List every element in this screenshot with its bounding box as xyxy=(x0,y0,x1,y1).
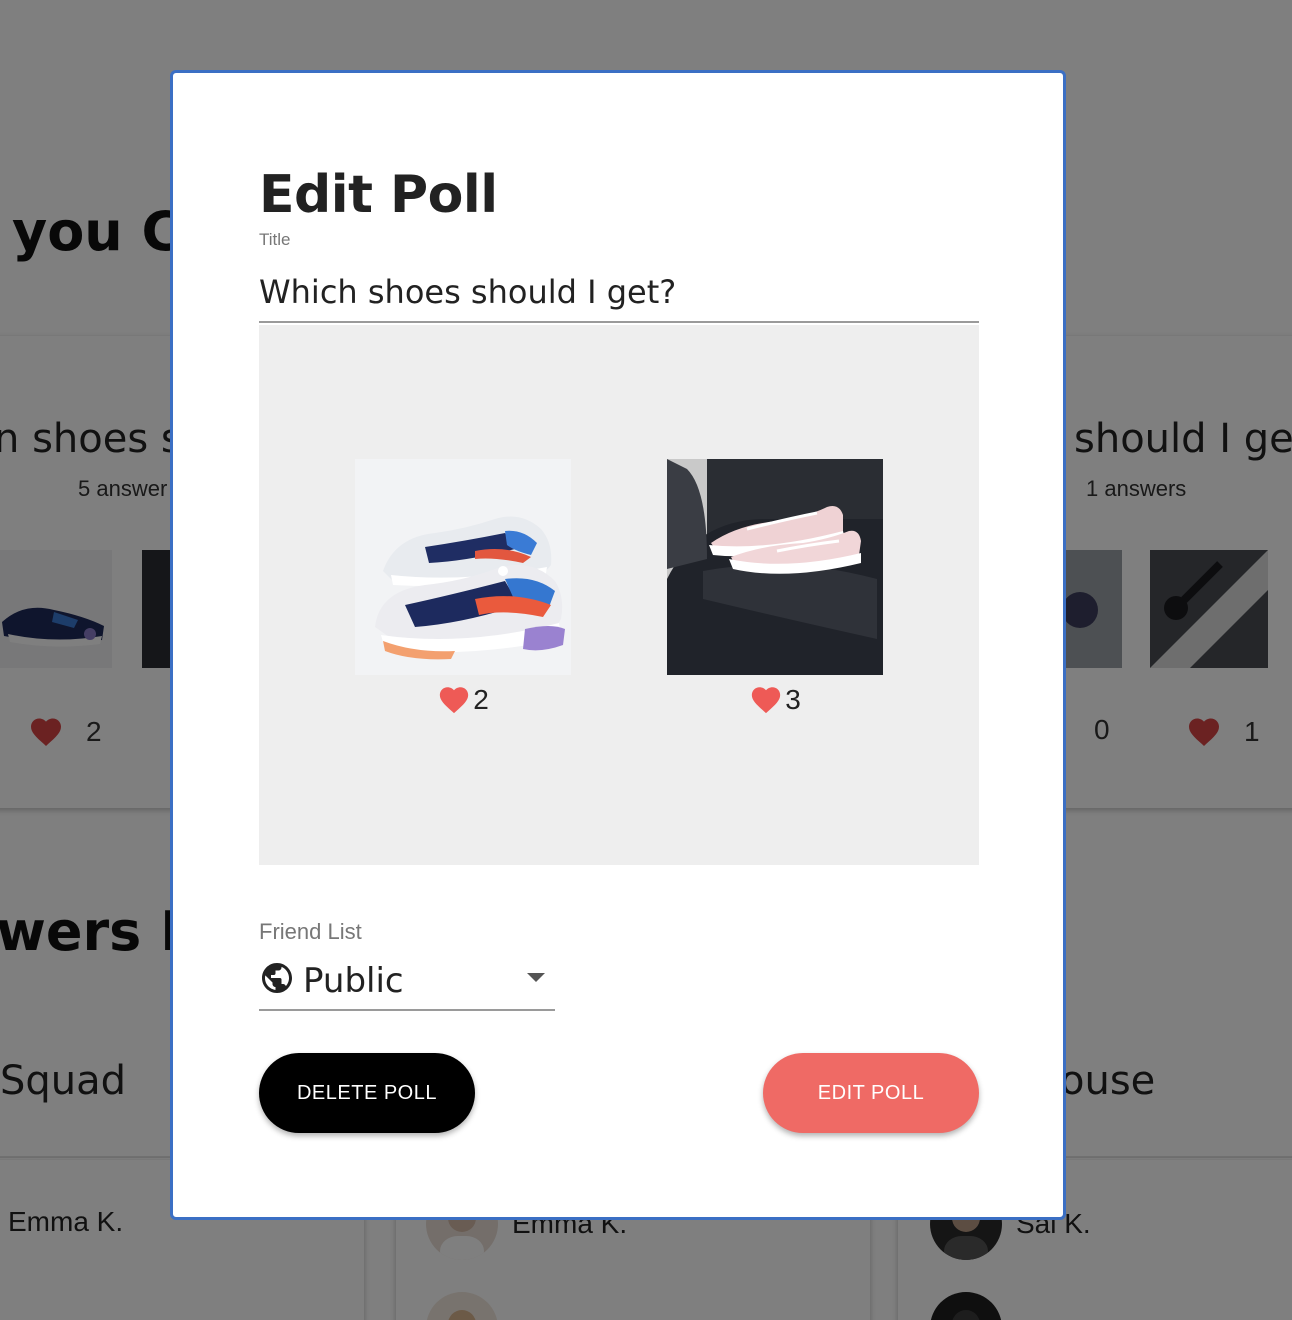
heart-icon[interactable] xyxy=(749,683,783,717)
poll-option[interactable]: 3 xyxy=(667,459,883,717)
delete-poll-button[interactable]: DELETE POLL xyxy=(259,1053,475,1133)
sneaker-image xyxy=(355,459,571,675)
dialog-title: Edit Poll xyxy=(259,165,498,225)
edit-poll-button[interactable]: EDIT POLL xyxy=(763,1053,979,1133)
chevron-down-icon xyxy=(527,973,545,982)
poll-option[interactable]: 2 xyxy=(355,459,571,717)
like-count: 3 xyxy=(785,684,801,715)
globe-icon xyxy=(262,963,292,993)
friend-list-value: Public xyxy=(303,961,404,1001)
edit-poll-dialog: Edit Poll Title Which shoes should I get… xyxy=(170,70,1066,1220)
heart-icon[interactable] xyxy=(437,683,471,717)
option-likes: 2 xyxy=(355,683,571,717)
like-count: 2 xyxy=(473,684,489,715)
friend-list-select[interactable]: Public xyxy=(259,953,555,1011)
title-input[interactable] xyxy=(259,263,979,323)
poll-options-panel: 2 3 xyxy=(259,325,979,865)
option-likes: 3 xyxy=(667,683,883,717)
pink-shoes-image xyxy=(667,459,883,675)
title-label: Title xyxy=(259,230,291,249)
friend-list-label: Friend List xyxy=(259,919,362,944)
